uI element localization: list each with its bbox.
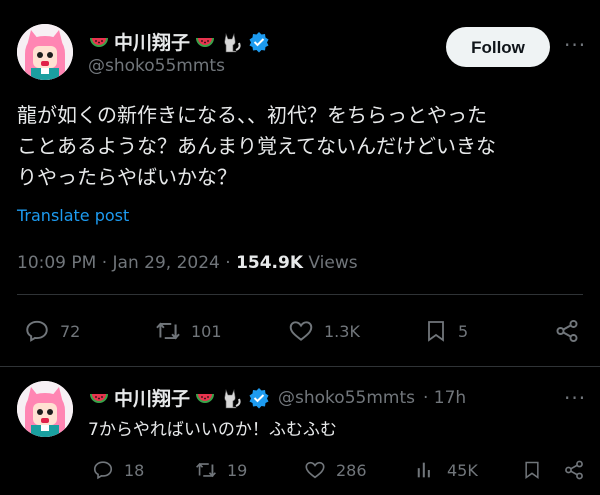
like-count: 286: [336, 460, 367, 480]
black-cat-icon: [220, 30, 244, 54]
like-icon: [304, 459, 326, 481]
divider: [0, 366, 600, 367]
reply-author-name[interactable]: 中川翔子: [114, 384, 190, 411]
views-count: 154.9K: [236, 253, 304, 273]
reply-timestamp[interactable]: · 17h: [423, 388, 466, 408]
author-name-row: 中川翔子: [88, 28, 270, 55]
tweet-text-line: ことあるような？あんまり覚えてないんだけどいきな: [17, 134, 496, 158]
tweet-text-line: りやったらやばいかな？: [17, 165, 237, 189]
reply-icon: [92, 459, 114, 481]
bookmark-icon: [522, 459, 542, 481]
reply-avatar[interactable]: [17, 381, 73, 437]
watermelon-icon: [88, 387, 110, 409]
bookmark-icon: [424, 318, 448, 344]
watermelon-icon: [88, 31, 110, 53]
reply-count: 72: [60, 321, 81, 341]
repost-count: 101: [191, 321, 222, 341]
avatar-cat-girl-icon: [17, 381, 73, 437]
repost-action[interactable]: 101: [155, 318, 222, 344]
reply-author-handle[interactable]: @shoko55mmts: [278, 388, 415, 408]
author-name[interactable]: 中川翔子: [114, 28, 190, 55]
share-action[interactable]: [554, 318, 580, 344]
reply-author-row: 中川翔子 @shoko55mmts · 17h: [88, 384, 466, 411]
reply-action[interactable]: 72: [24, 318, 80, 344]
divider: [17, 294, 583, 295]
translate-post-link[interactable]: Translate post: [17, 206, 129, 225]
share-icon: [563, 459, 585, 481]
tweet-text-line: 龍が如くの新作きになる、、初代？をちらっとやった: [17, 103, 487, 127]
like-count: 1.3K: [324, 321, 360, 341]
author-handle[interactable]: @shoko55mmts: [88, 56, 225, 76]
views-icon: [415, 459, 437, 481]
share-icon: [554, 318, 580, 344]
views-label: Views: [303, 253, 358, 273]
like-action[interactable]: 1.3K: [288, 318, 360, 344]
reply-share-action[interactable]: [563, 459, 585, 481]
reply-views-action[interactable]: 45K: [415, 459, 478, 481]
repost-icon: [195, 459, 217, 481]
tweet-meta: 10:09 PM · Jan 29, 2024 · 154.9K Views: [17, 253, 358, 273]
bookmark-action[interactable]: 5: [424, 318, 468, 344]
tweet-timestamp[interactable]: 10:09 PM · Jan 29, 2024 ·: [17, 253, 236, 273]
reply-count: 18: [124, 460, 145, 480]
reply-like-action[interactable]: 286: [304, 459, 367, 481]
verified-badge-icon: [248, 31, 270, 53]
views-count: 45K: [447, 460, 478, 480]
reply-icon: [24, 318, 50, 344]
reply-text: 7からやればいいのか！ふむふむ: [88, 420, 337, 440]
black-cat-icon: [220, 386, 244, 410]
reply-bookmark-action[interactable]: [522, 459, 542, 481]
watermelon-icon: [194, 31, 216, 53]
reply-reply-action[interactable]: 18: [92, 459, 144, 481]
like-icon: [288, 318, 314, 344]
repost-count: 19: [227, 460, 248, 480]
avatar-cat-girl-icon: [17, 24, 73, 80]
verified-badge-icon: [248, 387, 270, 409]
repost-icon: [155, 318, 181, 344]
follow-button[interactable]: Follow: [446, 27, 550, 67]
bookmark-count: 5: [458, 321, 469, 341]
reply-repost-action[interactable]: 19: [195, 459, 247, 481]
tweet-text: 龍が如くの新作きになる、、初代？をちらっとやった ことあるような？あんまり覚えて…: [17, 100, 587, 193]
avatar[interactable]: [17, 24, 73, 80]
watermelon-icon: [194, 387, 216, 409]
reply-more-options-icon[interactable]: ···: [564, 386, 586, 410]
more-options-icon[interactable]: ···: [564, 33, 586, 57]
